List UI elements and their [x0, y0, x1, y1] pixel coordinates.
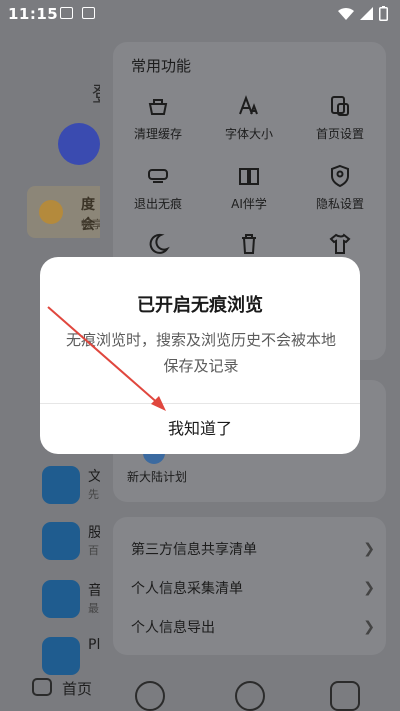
font-size-button[interactable]: 字体大小 [204, 94, 294, 142]
skin-button[interactable] [295, 232, 385, 256]
scan-icon[interactable] [330, 681, 360, 711]
signal-icon [360, 7, 373, 20]
function-label: 首页设置 [315, 127, 364, 141]
app-item-music[interactable]: 音 最 [42, 580, 102, 620]
function-label: 字体大小 [224, 127, 273, 141]
bottom-nav: 首页 [0, 668, 100, 711]
home-settings-icon [331, 96, 349, 116]
shirt-icon [329, 233, 351, 254]
incognito-icon [148, 169, 168, 183]
function-label: 隐私设置 [315, 197, 364, 211]
app-item-stock[interactable]: 股 百 [42, 522, 102, 562]
font-size-icon [239, 95, 258, 115]
app-notification-icon [82, 7, 95, 19]
book-icon [239, 168, 259, 185]
common-functions-title: 常用功能 [131, 57, 192, 75]
ai-study-button[interactable]: AI伴学 [204, 164, 294, 212]
home-label[interactable]: 首页 [62, 678, 92, 699]
list-label: 个人信息采集清单 [131, 581, 243, 597]
privacy-list-card: 第三方信息共享清单 ❯ 个人信息采集清单 ❯ 个人信息导出 ❯ [113, 517, 386, 655]
clear-cache-button[interactable]: 清理缓存 [113, 94, 203, 142]
trash-icon [242, 234, 256, 254]
app-sub: 百 [88, 544, 99, 557]
status-icons [338, 6, 388, 21]
home-settings-button[interactable]: 首页设置 [295, 94, 385, 142]
app-sub: 最 [88, 602, 99, 615]
crown-icon [39, 200, 63, 224]
dialog-message: 无痕浏览时，搜索及浏览历史不会被本地保存及记录 [66, 331, 337, 375]
new-continent-plan[interactable]: 新大陆计划 [127, 468, 187, 485]
app-item-wen[interactable]: 文 先 [42, 466, 102, 506]
personal-info-collection-list[interactable]: 个人信息采集清单 ❯ [131, 578, 375, 616]
vip-card[interactable]: 度会 畅享 [27, 186, 107, 238]
wifi-icon [338, 8, 354, 20]
stock-chart-icon [42, 522, 80, 560]
got-it-button[interactable]: 我知道了 [40, 404, 360, 454]
exit-incognito-button[interactable]: 退出无痕 [113, 164, 203, 212]
moon-icon [149, 233, 170, 254]
personal-info-export[interactable]: 个人信息导出 ❯ [131, 617, 375, 655]
cloud-icon [42, 466, 80, 504]
night-mode-button[interactable] [113, 232, 203, 256]
dialog-title: 已开启无痕浏览 [137, 295, 263, 316]
function-label: 退出无痕 [133, 197, 182, 211]
status-bar: 11:15 [0, 0, 400, 28]
image-notification-icon [60, 7, 73, 19]
privacy-settings-button[interactable]: 隐私设置 [295, 164, 385, 212]
home-icon[interactable] [32, 678, 52, 696]
trash-button[interactable] [204, 232, 294, 256]
chevron-right-icon: ❯ [363, 580, 375, 596]
music-icon [42, 580, 80, 618]
basket-icon [148, 99, 168, 115]
list-label: 个人信息导出 [131, 620, 215, 636]
phone-icon [58, 123, 100, 165]
settings-icon[interactable] [135, 681, 165, 711]
app-sub: 先 [88, 488, 99, 501]
list-label: 第三方信息共享清单 [131, 542, 257, 558]
chevron-right-icon: ❯ [363, 619, 375, 635]
third-party-sharing-list[interactable]: 第三方信息共享清单 ❯ [131, 539, 375, 577]
privacy-shield-icon [331, 164, 349, 188]
customer-service-icon[interactable] [235, 681, 265, 711]
incognito-dialog: 已开启无痕浏览 无痕浏览时，搜索及浏览历史不会被本地保存及记录 我知道了 [40, 257, 360, 454]
function-label: AI伴学 [231, 197, 267, 211]
function-label: 清理缓存 [133, 127, 182, 141]
status-time: 11:15 [8, 5, 59, 23]
app-name: Pl [88, 637, 101, 653]
battery-icon [379, 6, 388, 21]
chevron-right-icon: ❯ [363, 541, 375, 557]
